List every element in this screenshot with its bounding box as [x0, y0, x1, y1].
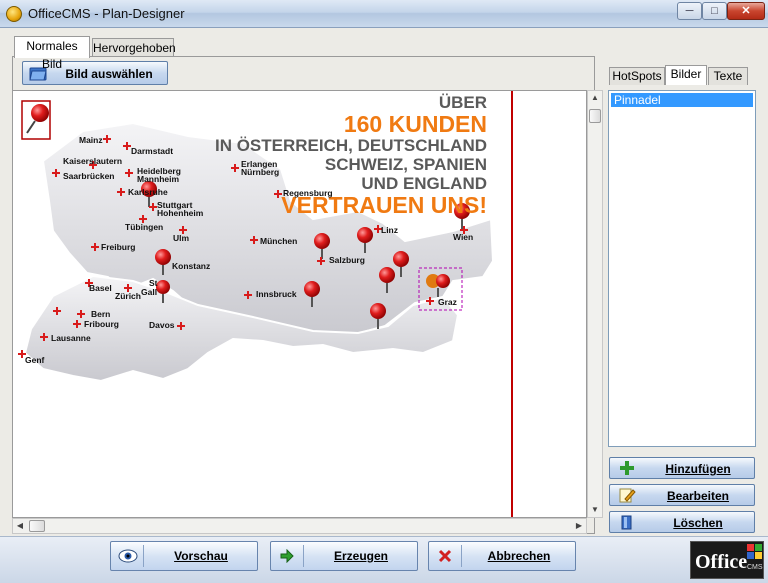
generate-label: Erzeugen: [333, 549, 388, 563]
edit-button[interactable]: Bearbeiten: [609, 484, 755, 506]
images-listbox[interactable]: Pinnadel: [608, 90, 756, 447]
minimize-button[interactable]: ─: [677, 2, 702, 20]
button-separator: [461, 545, 462, 567]
city-label: Salzburg: [329, 255, 365, 265]
city-label: Saarbrücken: [63, 171, 115, 181]
city-label: Basel: [89, 283, 112, 293]
logo-text: Office: [695, 551, 748, 573]
window-title: OfficeCMS - Plan-Designer: [28, 6, 185, 21]
maximize-button[interactable]: □: [702, 2, 727, 20]
city-label: München: [260, 236, 298, 246]
scroll-right-icon[interactable]: ▶: [572, 519, 586, 533]
headline-line1: ÜBER: [438, 93, 487, 112]
city-label: Wien: [453, 232, 474, 242]
button-separator: [303, 545, 304, 567]
add-button[interactable]: Hinzufügen: [609, 457, 755, 479]
plus-icon: [620, 461, 634, 475]
list-item[interactable]: Pinnadel: [611, 93, 753, 107]
preview-label: Vorschau: [174, 549, 228, 563]
officecms-logo: Office CMS: [690, 541, 764, 579]
title-bar: OfficeCMS - Plan-Designer ─ □ ✕: [0, 0, 768, 28]
city-label: Darmstadt: [131, 146, 174, 156]
city-label: Mannheim: [137, 174, 180, 184]
tab-hotspots[interactable]: HotSpots: [609, 67, 665, 85]
city-label: Nürnberg: [241, 167, 280, 177]
horizontal-scrollbar[interactable]: ◀ ▶: [12, 518, 587, 534]
select-image-label: Bild auswählen: [65, 67, 153, 81]
city-label: Bern: [91, 309, 111, 319]
trash-icon: [621, 515, 632, 530]
edit-label: Bearbeiten: [666, 489, 730, 503]
city-label: Mainz: [79, 135, 103, 145]
city-label: Fribourg: [84, 319, 119, 329]
city-label: Zürich: [115, 291, 141, 301]
delete-label: Löschen: [673, 516, 723, 530]
eye-icon: [118, 549, 138, 563]
city-label: Tübingen: [125, 222, 164, 232]
arrow-right-icon: [280, 549, 294, 563]
city-label: Davos: [149, 320, 175, 330]
scroll-down-icon[interactable]: ▼: [588, 503, 602, 517]
add-label: Hinzufügen: [665, 462, 731, 476]
logo-sub: CMS: [747, 564, 763, 571]
city-label: Ulm: [173, 233, 190, 243]
cancel-x-icon: [438, 549, 452, 563]
close-button[interactable]: ✕: [727, 2, 765, 20]
vertical-scroll-thumb[interactable]: [589, 109, 601, 123]
logo-mark: [747, 544, 754, 551]
tab-texte[interactable]: Texte: [708, 67, 748, 85]
city-label: Regensburg: [283, 188, 333, 198]
city-label: Karlsruhe: [128, 187, 168, 197]
city-label: Graz: [438, 297, 457, 307]
city-label: Genf: [25, 355, 45, 365]
plan-canvas[interactable]: ÜBER 160 KUNDEN IN ÖSTERREICH, DEUTSCHLA…: [12, 90, 587, 518]
tab-normales-bild[interactable]: Normales Bild: [14, 36, 90, 71]
headline-line6: VERTRAUEN UNS!: [281, 192, 487, 218]
delete-button[interactable]: Löschen: [609, 511, 755, 533]
headline-line4: SCHWEIZ, SPANIEN: [324, 155, 487, 174]
city-label: Innsbruck: [256, 289, 297, 299]
pin-icon: [26, 104, 49, 134]
app-icon: [6, 6, 22, 22]
city-label: Gall: [141, 287, 158, 297]
city-label: Hohenheim: [157, 208, 204, 218]
tab-hervorgehoben[interactable]: Hervorgehoben: [92, 38, 176, 58]
scroll-up-icon[interactable]: ▲: [588, 91, 602, 105]
edit-pencil-icon: [619, 488, 636, 503]
tab-bilder[interactable]: Bilder: [665, 65, 707, 85]
city-label: Linz: [381, 225, 398, 235]
horizontal-scroll-thumb[interactable]: [29, 520, 45, 532]
scroll-left-icon[interactable]: ◀: [13, 519, 27, 533]
button-separator: [143, 545, 144, 567]
generate-button[interactable]: Erzeugen: [270, 541, 418, 571]
city-label: Freiburg: [101, 242, 136, 252]
cancel-button[interactable]: Abbrechen: [428, 541, 576, 571]
headline-line3: IN ÖSTERREICH, DEUTSCHLAND: [214, 136, 487, 155]
vertical-scrollbar[interactable]: ▲ ▼: [587, 90, 603, 518]
cancel-label: Abbrechen: [487, 549, 551, 563]
city-label: Kaiserslautern: [63, 156, 123, 166]
preview-button[interactable]: Vorschau: [110, 541, 258, 571]
headline-line2: 160 KUNDEN: [343, 111, 487, 137]
city-label: Lausanne: [51, 333, 91, 343]
city-label: Konstanz: [172, 261, 211, 271]
